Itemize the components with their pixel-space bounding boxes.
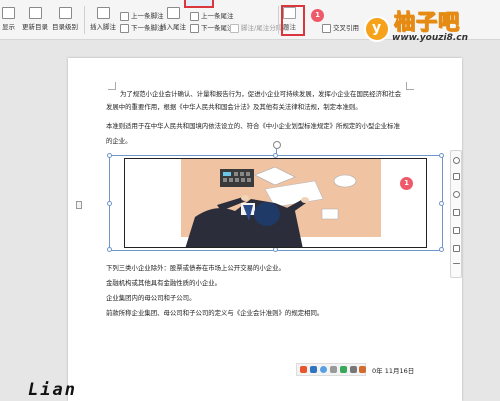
paragraph-icon bbox=[2, 7, 15, 19]
body-paragraph[interactable]: 前款所称企业集团、母公司和子公司的定义与《企业会计准则》的规定相同。 bbox=[106, 307, 412, 320]
paragraph-marks-button[interactable]: 显示 bbox=[2, 7, 15, 31]
list-levels-icon bbox=[58, 7, 72, 19]
next-endnote-button[interactable]: 下一条尾注 bbox=[190, 22, 234, 33]
body-paragraph[interactable]: 下列三类小企业除外：股票或债券在市场上公开交易的小企业。 bbox=[106, 262, 412, 275]
arrow-up-icon bbox=[120, 11, 129, 21]
resize-handle[interactable] bbox=[439, 153, 444, 158]
prev-endnote-button[interactable]: 上一条尾注 bbox=[190, 10, 234, 21]
businessman-head bbox=[254, 202, 280, 226]
skin-icon[interactable] bbox=[359, 366, 366, 373]
footnote-separator-button[interactable]: 脚注/尾注分隔线 bbox=[230, 22, 289, 33]
ribbon-divider bbox=[84, 6, 85, 34]
body-paragraph[interactable]: 金融机构或其他具有金融性质的小企业。 bbox=[106, 277, 412, 290]
punctuation-icon[interactable] bbox=[330, 366, 337, 373]
resize-handle[interactable] bbox=[439, 247, 444, 252]
arrow-down-icon bbox=[190, 23, 199, 33]
insert-footnote-button[interactable]: 插入脚注 bbox=[90, 7, 116, 31]
author-signature: Lian bbox=[28, 380, 77, 400]
active-tab-highlight bbox=[184, 0, 214, 8]
step-badge: 1 bbox=[311, 9, 324, 22]
input-method-toolbar bbox=[296, 363, 366, 376]
ribbon-divider bbox=[278, 6, 279, 34]
office-illustration[interactable]: 1 bbox=[124, 158, 427, 248]
more-options-icon[interactable] bbox=[453, 245, 460, 252]
arrow-down-icon bbox=[120, 23, 129, 33]
anchor-icon bbox=[76, 201, 82, 209]
watermark-title: 柚子吧 bbox=[394, 10, 460, 35]
minus-icon[interactable] bbox=[453, 157, 460, 164]
next-footnote-button[interactable]: 下一条脚注 bbox=[120, 22, 164, 33]
body-paragraph[interactable]: 发展中的重要作用，根据《中华人民共和国会计法》及其他有关法律和法规，制定本准则。 bbox=[106, 101, 412, 114]
watermark-url: www.youzi8.cn bbox=[392, 33, 468, 43]
rotate-handle[interactable] bbox=[273, 141, 281, 149]
illustration-svg bbox=[181, 159, 381, 247]
note-paper bbox=[321, 208, 339, 220]
zoom-icon[interactable] bbox=[453, 191, 460, 198]
document-date[interactable]: 0年 11月16日 bbox=[372, 365, 414, 375]
footnote-icon bbox=[96, 7, 110, 19]
resize-handle[interactable] bbox=[107, 247, 112, 252]
resize-handle[interactable] bbox=[439, 201, 444, 206]
margin-corner-mark bbox=[108, 82, 116, 90]
insert-endnote-button[interactable]: 插入尾注 bbox=[160, 7, 186, 31]
cross-reference-icon bbox=[322, 23, 331, 33]
image-layout-toolbar bbox=[450, 150, 462, 278]
image-step-badge: 1 bbox=[400, 177, 413, 190]
moon-icon[interactable] bbox=[320, 366, 327, 373]
update-toc-button[interactable]: 更新目录 bbox=[22, 7, 48, 31]
resize-handle[interactable] bbox=[107, 153, 112, 158]
caption-highlight bbox=[281, 5, 305, 36]
body-paragraph[interactable]: 的企业。 bbox=[106, 135, 412, 148]
refresh-icon bbox=[28, 7, 42, 19]
arrow-up-icon bbox=[190, 11, 199, 21]
ime-logo-icon[interactable] bbox=[300, 366, 307, 373]
toc-level-dropdown[interactable]: 目录级别 bbox=[52, 7, 78, 31]
body-paragraph[interactable]: 为了规范小企业会计确认、计量和报告行为，促进小企业可持续发展，发挥小企业在国民经… bbox=[120, 88, 412, 101]
picture-icon[interactable] bbox=[453, 227, 460, 234]
coffee-cup-icon bbox=[333, 174, 357, 188]
resize-handle[interactable] bbox=[107, 201, 112, 206]
body-paragraph[interactable]: 本准则适用于在中华人民共和国境内依法设立的、符合《中小企业划型标准规定》所规定的… bbox=[106, 120, 412, 133]
crop-icon[interactable] bbox=[453, 209, 460, 216]
mic-icon[interactable] bbox=[340, 366, 347, 373]
body-paragraph[interactable]: 企业集团内的母公司和子公司。 bbox=[106, 292, 412, 305]
site-watermark: y 柚子吧 www.youzi8.cn bbox=[350, 0, 500, 46]
layout-options-icon[interactable] bbox=[453, 173, 460, 180]
keyboard-icon[interactable] bbox=[350, 366, 357, 373]
separator-icon bbox=[230, 23, 239, 33]
endnote-icon bbox=[166, 7, 180, 19]
ime-mode-icon[interactable] bbox=[310, 366, 317, 373]
prev-footnote-button[interactable]: 上一条脚注 bbox=[120, 10, 164, 21]
collapse-icon[interactable] bbox=[453, 263, 460, 264]
